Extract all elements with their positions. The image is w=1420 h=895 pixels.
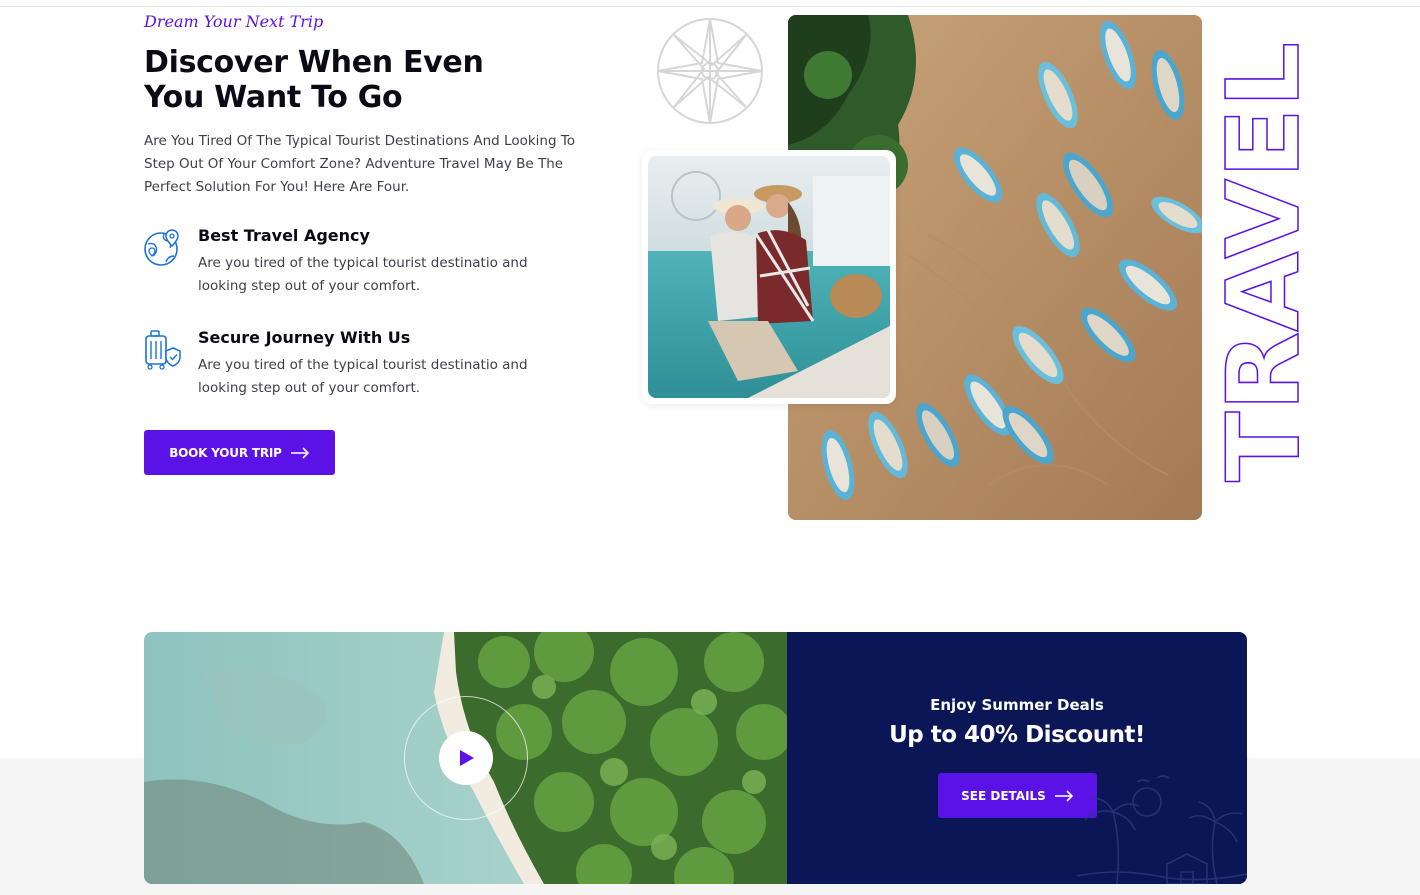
title-line-2: You Want To Go	[144, 80, 403, 115]
feature-title: Secure Journey With Us	[198, 328, 411, 347]
summer-deals-panel: Enjoy Summer Deals Up to 40% Discount! S…	[787, 632, 1247, 884]
book-trip-button[interactable]: BOOK YOUR TRIP	[144, 430, 335, 475]
feature-description: Are you tired of the typical tourist des…	[198, 357, 528, 396]
play-icon	[460, 750, 474, 766]
couple-photo	[648, 156, 890, 398]
globe-location-icon	[144, 228, 182, 268]
feature-secure-journey: Secure Journey With Us Are you tired of …	[144, 328, 604, 410]
luggage-shield-icon	[144, 330, 182, 370]
arrow-right-icon	[1054, 789, 1073, 802]
travel-side-word-text: TRAVEL	[1216, 42, 1302, 482]
page: Dream Your Next Trip Discover When Even …	[0, 0, 1420, 895]
travel-side-word: TRAVEL	[1204, 40, 1323, 485]
title-line-1: Discover When Even	[144, 45, 484, 80]
play-video-button[interactable]	[439, 731, 493, 785]
tagline: Dream Your Next Trip	[144, 12, 324, 31]
top-divider	[0, 6, 1420, 7]
page-title: Discover When Even You Want To Go	[144, 45, 604, 115]
feature-best-travel-agency: Best Travel Agency Are you tired of the …	[144, 226, 604, 308]
promo-subtitle: Enjoy Summer Deals	[930, 696, 1104, 714]
compass-icon	[654, 15, 766, 127]
see-details-button[interactable]: SEE DETAILS	[938, 773, 1097, 818]
island-aerial-photo	[144, 632, 787, 884]
feature-title: Best Travel Agency	[198, 226, 370, 245]
couple-photo-frame	[642, 150, 896, 404]
arrow-right-icon	[290, 446, 309, 459]
book-trip-label: BOOK YOUR TRIP	[169, 445, 282, 460]
intro-paragraph: Are You Tired Of The Typical Tourist Des…	[144, 133, 576, 195]
beach-palm-icon	[1077, 775, 1247, 884]
promo-title: Up to 40% Discount!	[889, 722, 1145, 748]
feature-description: Are you tired of the typical tourist des…	[198, 255, 528, 294]
see-details-label: SEE DETAILS	[961, 788, 1046, 803]
